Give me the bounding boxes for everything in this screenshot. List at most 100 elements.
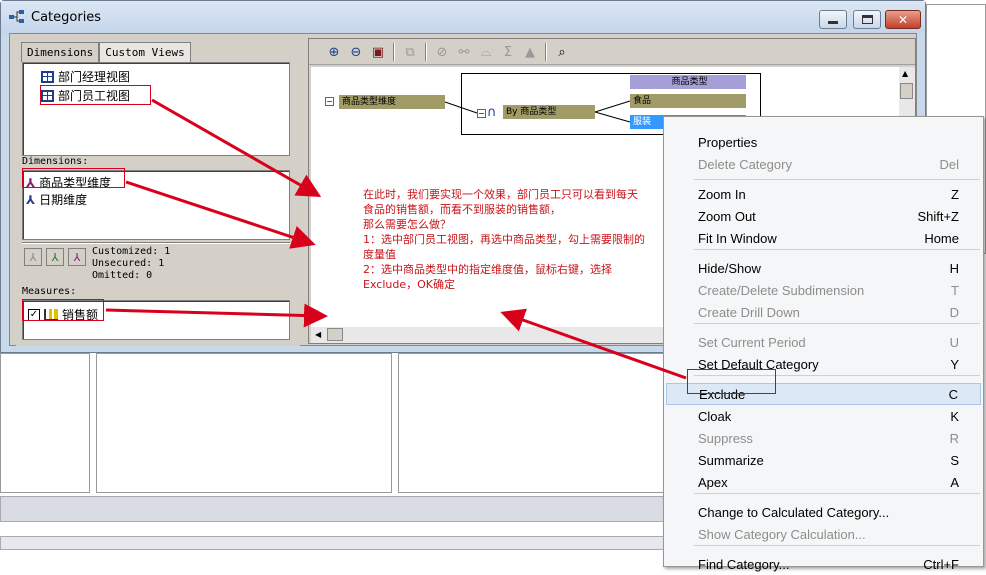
menu-item-label: Apex [698, 474, 728, 490]
menu-item-label: Find Category... [698, 556, 790, 572]
menu-item-change-to-calculated-category[interactable]: Change to Calculated Category... [666, 501, 981, 523]
unsecured-button[interactable]: ⅄ [46, 248, 64, 266]
highlight-box-exclude [687, 369, 776, 394]
menu-item-label: Cloak [698, 408, 732, 424]
menu-item-apex[interactable]: Apex A [666, 471, 981, 493]
window-title: Categories [31, 10, 102, 25]
customized-count: Customized: 1 [92, 246, 171, 257]
omitted-icon: ⅄ [73, 250, 81, 264]
menu-item-fit-in-window[interactable]: Fit In Window Home [666, 227, 981, 249]
menu-item-shortcut: Ctrl+F [923, 556, 959, 572]
menu-item-label: Set Current Period [698, 334, 806, 350]
menu-item-label: Delete Category [698, 156, 792, 172]
category-tree-icon [9, 10, 25, 24]
instruction-annotation: 在此时，我们要实现一个效果，部门员工只可以看到每天 食品的销售额，而看不到服装的… [363, 187, 645, 292]
annotation-line: 度量值 [363, 248, 396, 261]
menu-item-label: Fit In Window [698, 230, 777, 246]
menu-item-shortcut: R [949, 430, 959, 446]
scroll-up-icon[interactable]: ▲ [902, 69, 908, 78]
menu-item-create-delete-subdimension[interactable]: Create/Delete Subdimension T [666, 279, 981, 301]
menu-item-shortcut: H [949, 260, 959, 276]
menu-item-cloak[interactable]: Cloak K [666, 405, 981, 427]
date-dimension-icon: ⅄ [26, 192, 36, 207]
menu-item-label: Suppress [698, 430, 753, 446]
omitted-count: Omitted: 0 [92, 270, 153, 281]
menu-item-zoom-out[interactable]: Zoom Out Shift+Z [666, 205, 981, 227]
title-bar[interactable]: Categories ✕ [1, 1, 925, 33]
background-status-strip [0, 496, 668, 522]
minimize-icon [828, 21, 838, 24]
menu-item-hide-show[interactable]: Hide/Show H [666, 257, 981, 279]
suppress-icon[interactable]: ⌓ [477, 43, 495, 61]
menu-item-shortcut: Z [951, 186, 959, 202]
background-panel-bottom-mid [96, 353, 392, 493]
list-item[interactable]: 部门经理视图 [41, 68, 130, 85]
highlight-box-employee-view [40, 85, 151, 105]
menu-item-label: Create Drill Down [698, 304, 800, 320]
menu-separator [694, 249, 980, 250]
maximize-button[interactable] [853, 10, 881, 29]
measures-label: Measures: [22, 286, 77, 297]
menu-item-label: Summarize [698, 452, 764, 468]
menu-item-create-drill-down[interactable]: Create Drill Down D [666, 301, 981, 323]
menu-item-zoom-in[interactable]: Zoom In Z [666, 183, 981, 205]
menu-item-properties[interactable]: Properties [666, 131, 981, 153]
menu-item-label: Show Category Calculation... [698, 526, 866, 542]
menu-item-suppress[interactable]: Suppress R [666, 427, 981, 449]
zoom-in-icon[interactable]: ⊕ [325, 43, 343, 61]
menu-item-label: Zoom In [698, 186, 746, 202]
menu-item-set-current-period[interactable]: Set Current Period U [666, 331, 981, 353]
menu-item-shortcut: K [950, 408, 959, 424]
toolbar-separator [425, 43, 427, 61]
scroll-thumb[interactable] [327, 328, 343, 341]
menu-item-delete-category[interactable]: Delete Category Del [666, 153, 981, 175]
unsecured-icon: ⅄ [51, 250, 59, 264]
menu-separator [694, 179, 980, 180]
cloak-icon[interactable]: ⚯ [455, 43, 473, 61]
zoom-out-icon[interactable]: ⊖ [347, 43, 365, 61]
exclude-icon[interactable]: ⊘ [433, 43, 451, 61]
apex-icon[interactable]: ▲ [521, 43, 539, 61]
menu-separator [694, 545, 980, 546]
menu-item-shortcut: Del [939, 156, 959, 172]
menu-item-shortcut: Shift+Z [917, 208, 959, 224]
fit-window-icon[interactable]: ▣ [369, 43, 387, 61]
customize-security-button[interactable]: ⅄ [24, 248, 42, 266]
background-bottom-strip [0, 536, 668, 550]
copy-icon[interactable]: ⧉ [401, 43, 419, 61]
view-grid-icon [41, 70, 54, 83]
menu-item-label: Properties [698, 134, 758, 150]
divider [22, 242, 290, 244]
background-panel-bottom-left [0, 353, 90, 493]
annotation-line: 1：选中部门员工视图，再选中商品类型，勾上需要限制的 [363, 233, 645, 246]
close-button[interactable]: ✕ [885, 10, 921, 29]
tab-custom-views[interactable]: Custom Views [99, 42, 191, 62]
category-context-menu: Properties Delete Category Del Zoom In Z Zoom… [663, 116, 984, 572]
find-binoculars-icon[interactable]: ⌕ [553, 43, 571, 61]
list-item[interactable]: ⅄ 日期维度 [26, 191, 87, 208]
summarize-icon[interactable]: Σ [499, 43, 517, 61]
menu-item-shortcut: U [949, 334, 959, 350]
menu-item-show-category-calculation[interactable]: Show Category Calculation... [666, 523, 981, 545]
scroll-thumb[interactable] [900, 83, 913, 99]
menu-item-shortcut: A [950, 474, 959, 490]
annotation-line: 2：选中商品类型中的指定维度值，鼠标右键，选择 [363, 263, 612, 276]
maximize-icon [861, 15, 873, 24]
menu-item-find-category[interactable]: Find Category... Ctrl+F [666, 553, 981, 575]
omitted-button[interactable]: ⅄ [68, 248, 86, 266]
custom-views-list[interactable]: 部门经理视图 部门员工视图 [22, 62, 290, 156]
scroll-left-icon[interactable]: ◀ [315, 330, 321, 339]
menu-item-shortcut: D [949, 304, 959, 320]
menu-item-shortcut: C [948, 386, 958, 402]
dimensions-label: Dimensions: [22, 156, 89, 167]
dimension-label: 日期维度 [39, 193, 88, 207]
menu-item-shortcut: Y [950, 356, 959, 372]
highlight-box-product-dimension [22, 168, 125, 188]
unsecured-count: Unsecured: 1 [92, 258, 165, 269]
tab-dimensions[interactable]: Dimensions [21, 42, 100, 62]
menu-item-shortcut: T [951, 282, 959, 298]
customized-icon: ⅄ [29, 250, 37, 264]
menu-item-label: Change to Calculated Category... [698, 504, 890, 520]
minimize-button[interactable] [819, 10, 847, 29]
menu-item-summarize[interactable]: Summarize S [666, 449, 981, 471]
